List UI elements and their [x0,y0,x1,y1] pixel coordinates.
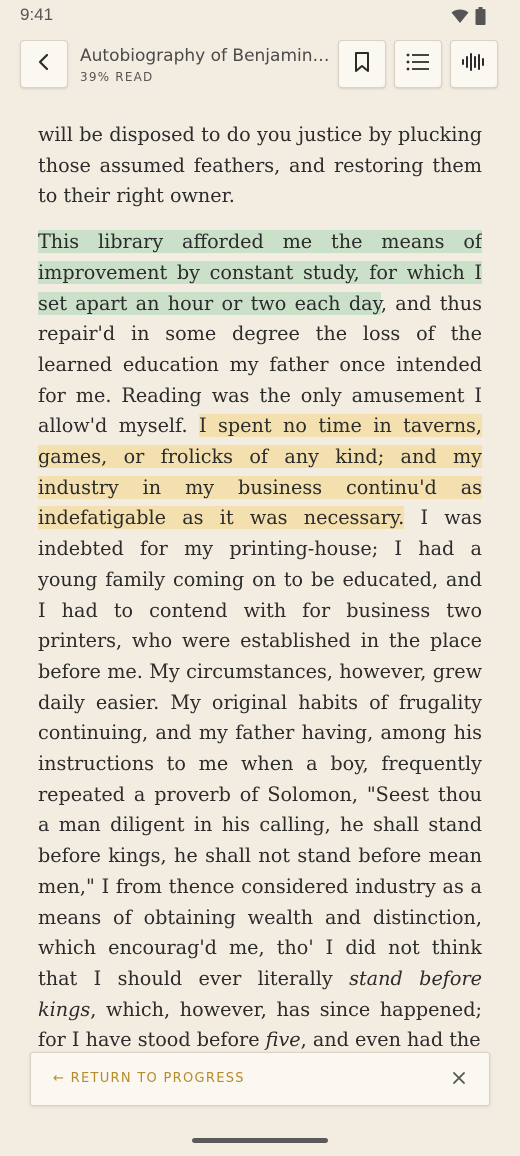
status-icons [451,7,486,29]
return-to-progress-bar: ← RETURN TO PROGRESS [30,1052,490,1106]
bookmark-icon [353,51,371,77]
list-icon [406,53,430,75]
paragraph: This library afforded me the means of im… [38,227,482,1052]
book-title: Autobiography of Benjamin Franklin [80,46,332,66]
paragraph: will be disposed to do you justice by pl… [38,120,482,212]
italic-text: five [265,1028,301,1052]
book-title-block: Autobiography of Benjamin Franklin 39% R… [80,44,332,84]
status-time: 9:41 [20,5,54,24]
paragraph-text: , and even had the [300,1028,481,1052]
chevron-left-icon [37,53,51,75]
book-text[interactable]: will be disposed to do you justice by pl… [38,120,482,1052]
battery-icon [475,7,486,29]
status-bar: 9:41 [0,0,520,32]
paragraph-text: will be disposed to do you justice by pl… [38,123,482,208]
bookmark-button[interactable] [338,40,386,88]
paragraph-text: I was indebted for my printing-house; I … [38,506,482,990]
reading-progress-label: 39% READ [80,70,154,84]
close-icon[interactable] [449,1068,469,1088]
back-button[interactable] [20,40,68,88]
reader-toolbar: Autobiography of Benjamin Franklin 39% R… [20,40,500,92]
audio-waveform-icon [461,52,487,76]
home-indicator[interactable] [192,1138,328,1143]
table-of-contents-button[interactable] [394,40,442,88]
wifi-icon [451,8,469,28]
audio-button[interactable] [450,40,498,88]
return-to-progress-button[interactable]: ← RETURN TO PROGRESS [53,1071,245,1086]
